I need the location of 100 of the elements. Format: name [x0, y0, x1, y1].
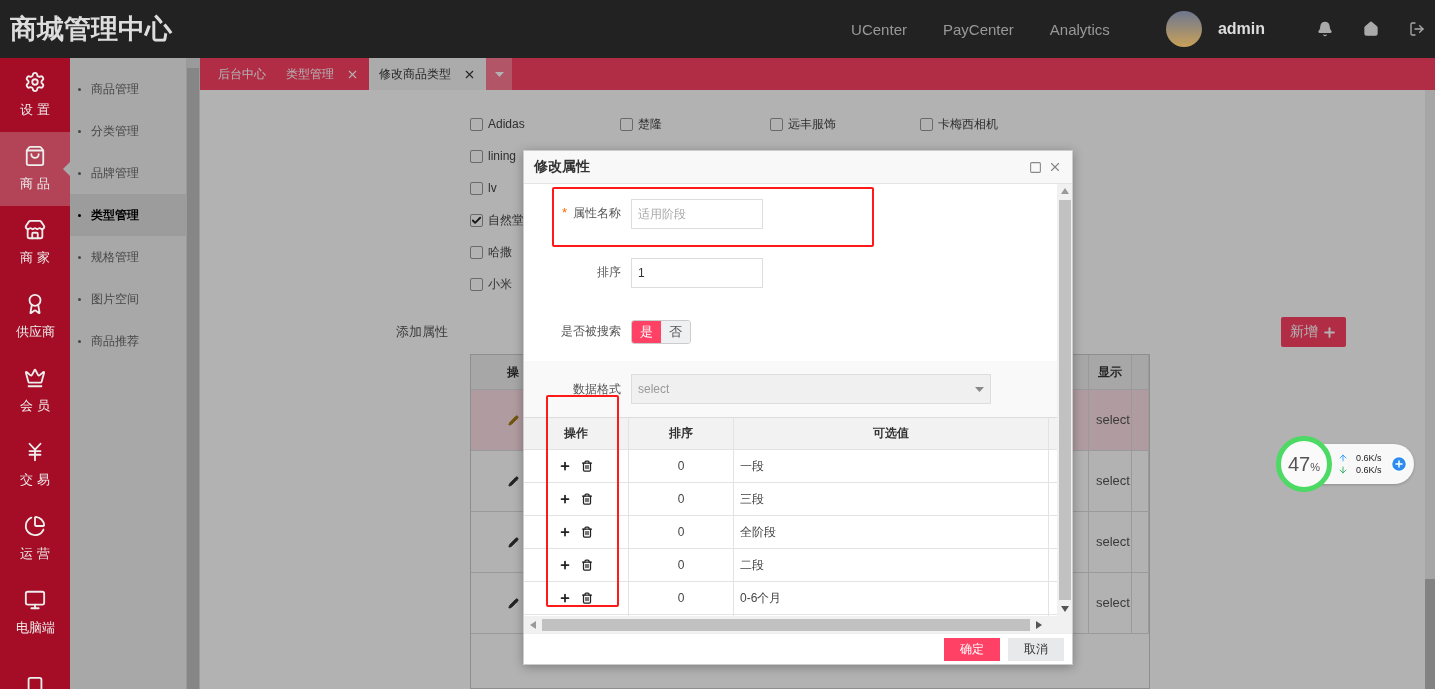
- nav-item[interactable]: 商 品: [0, 132, 70, 206]
- pencil-icon[interactable]: [507, 597, 519, 609]
- trash-icon[interactable]: [581, 460, 593, 472]
- cancel-button[interactable]: 取消: [1008, 637, 1064, 661]
- plus-icon: [1322, 324, 1337, 340]
- field-label: 是否被搜索: [561, 323, 621, 340]
- submenu-item[interactable]: 分类管理: [70, 110, 186, 152]
- table-cell: 全阶段: [740, 523, 776, 541]
- nav-item[interactable]: 交 易: [0, 428, 70, 502]
- top-nav-link[interactable]: UCenter: [851, 20, 907, 38]
- bag-icon: [24, 145, 46, 167]
- toggle-option[interactable]: 是: [632, 320, 661, 343]
- trash-icon[interactable]: [581, 526, 593, 538]
- checkbox[interactable]: [470, 181, 483, 195]
- usage-percent: 47: [1288, 453, 1311, 476]
- checkbox[interactable]: [470, 277, 483, 291]
- upload-speed: 0.6K/s: [1356, 453, 1382, 463]
- table-cell: 0: [677, 558, 685, 572]
- caret-icon: [975, 386, 984, 392]
- tab[interactable]: 修改商品类型: [369, 58, 486, 90]
- checkbox-label: 小米: [488, 275, 512, 293]
- table-cell-text: select: [1095, 594, 1130, 612]
- scroll-down-icon[interactable]: [1060, 606, 1069, 612]
- pencil-icon[interactable]: [507, 536, 519, 548]
- nav-item[interactable]: 会 员: [0, 354, 70, 428]
- toggle-option[interactable]: 否: [661, 320, 690, 343]
- table-cell: 三段: [740, 490, 764, 508]
- plus-icon[interactable]: [559, 460, 571, 472]
- section-label: 添加属性: [396, 323, 448, 341]
- submenu-item[interactable]: 图片空间: [70, 278, 186, 320]
- nav-item[interactable]: 电脑端: [0, 576, 70, 650]
- checkbox[interactable]: [920, 117, 933, 131]
- pencil-icon[interactable]: [507, 475, 519, 487]
- checkbox[interactable]: [620, 117, 633, 131]
- app-title: 商城管理中心: [10, 13, 173, 46]
- nav-item[interactable]: 供应商: [0, 280, 70, 354]
- plus-icon[interactable]: [559, 526, 571, 538]
- crown-icon: [24, 367, 46, 389]
- checkbox-label: lv: [488, 181, 497, 195]
- logout-icon[interactable]: [1409, 21, 1425, 37]
- table-cell-text: select: [1095, 472, 1130, 490]
- nav-item[interactable]: 商 家: [0, 206, 70, 280]
- top-nav-link[interactable]: PayCenter: [942, 20, 1014, 38]
- submenu-item[interactable]: 商品推荐: [70, 320, 186, 362]
- home-icon[interactable]: [1363, 21, 1379, 37]
- checkbox-label: Adidas: [488, 117, 525, 131]
- table-cell-text: select: [1095, 533, 1130, 551]
- confirm-button[interactable]: 确定: [944, 637, 1000, 661]
- field-label: 属性名称: [573, 205, 621, 222]
- percent-sign: %: [1310, 461, 1320, 473]
- scrollbar[interactable]: [524, 616, 1072, 633]
- checkbox-label: 哈撒: [488, 243, 512, 261]
- maximize-icon[interactable]: [1029, 160, 1042, 174]
- plus-icon[interactable]: [559, 559, 571, 571]
- checkbox[interactable]: [470, 213, 483, 227]
- store-icon: [24, 219, 46, 241]
- checkbox-label: 楚隆: [638, 115, 662, 133]
- scrollbar[interactable]: [1425, 90, 1435, 689]
- tab[interactable]: 类型管理: [276, 58, 369, 90]
- submenu-item[interactable]: 品牌管理: [70, 152, 186, 194]
- column-header: 操作: [564, 425, 588, 442]
- table-cell: 0: [677, 492, 685, 506]
- caret-icon: [494, 71, 504, 77]
- checkbox-label: lining: [488, 149, 517, 163]
- plus-icon[interactable]: [559, 592, 571, 604]
- nav-item[interactable]: 设 置: [0, 58, 70, 132]
- field-label: 排序: [597, 264, 621, 281]
- checkbox[interactable]: [470, 117, 483, 131]
- download-speed: 0.6K/s: [1356, 465, 1382, 475]
- checkbox[interactable]: [470, 149, 483, 163]
- nav-item[interactable]: 运 营: [0, 502, 70, 576]
- trash-icon[interactable]: [581, 592, 593, 604]
- plus-circle-icon[interactable]: [1389, 455, 1408, 473]
- monitor-icon: [24, 589, 46, 611]
- field-label: 数据格式: [573, 380, 621, 398]
- plus-icon[interactable]: [559, 493, 571, 505]
- input-field[interactable]: 适用阶段: [631, 198, 763, 229]
- scrollbar[interactable]: [186, 58, 200, 689]
- bell-icon[interactable]: [1317, 21, 1333, 37]
- scrollbar[interactable]: [1057, 184, 1072, 616]
- column-header: 可选值: [873, 425, 909, 442]
- column-header: 排序: [669, 425, 693, 442]
- gear-icon: [24, 71, 46, 93]
- input-field[interactable]: 1: [631, 257, 763, 288]
- pie-chart-icon: [24, 515, 46, 537]
- trash-icon[interactable]: [581, 493, 593, 505]
- trash-icon[interactable]: [581, 559, 593, 571]
- user-name[interactable]: admin: [1217, 20, 1265, 38]
- tab[interactable]: 后台中心: [208, 58, 276, 90]
- avatar[interactable]: [1165, 11, 1202, 47]
- checkbox[interactable]: [470, 245, 483, 259]
- close-icon[interactable]: [1048, 160, 1062, 174]
- scroll-right-icon[interactable]: [1036, 620, 1042, 629]
- submenu-item[interactable]: 类型管理: [70, 194, 186, 236]
- submenu-item[interactable]: 商品管理: [70, 68, 186, 110]
- add-button[interactable]: 新增: [1281, 317, 1346, 347]
- checkbox[interactable]: [770, 117, 783, 131]
- submenu-item[interactable]: 规格管理: [70, 236, 186, 278]
- dialog-title: 修改属性: [534, 158, 591, 176]
- top-nav-link[interactable]: Analytics: [1049, 20, 1110, 38]
